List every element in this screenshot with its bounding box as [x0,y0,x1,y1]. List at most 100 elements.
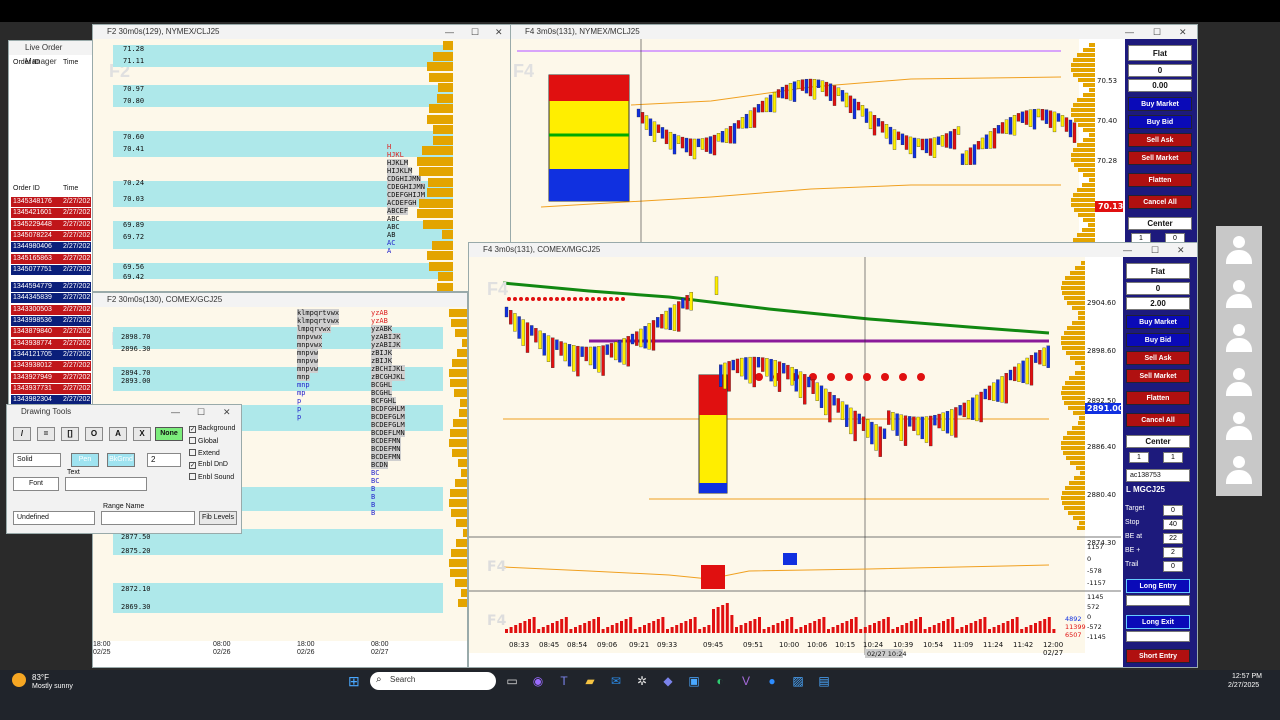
participant-avatar[interactable] [1226,236,1252,266]
long-entry-dropdown[interactable] [1126,595,1190,606]
order-row[interactable]: 1343300503 2/27/202 [11,304,91,315]
checkbox-option[interactable]: ✓ Enbl DnD [189,461,228,469]
checkbox-option[interactable]: ✓ Background [189,425,235,433]
zoom-icon[interactable]: ● [762,672,782,690]
participant-avatar[interactable] [1226,456,1252,486]
mgc-buy-market-button[interactable]: Buy Market [1126,315,1190,329]
order-row[interactable]: 1344980406 2/27/202 [11,242,91,253]
maximize-icon-3[interactable]: ☐ [1151,243,1159,257]
undefined-select[interactable]: Undefined [13,511,95,525]
param-input[interactable]: 0 [1163,561,1183,572]
order-row[interactable]: 1344594779 2/27/202 [11,282,91,293]
mcl-cancel-all-button[interactable]: Cancel All [1128,195,1192,209]
close-icon-2[interactable]: ✕ [1179,25,1187,39]
mcl-center-button[interactable]: Center [1128,217,1192,230]
mgc-cancel-all-button[interactable]: Cancel All [1126,413,1190,427]
participant-avatar[interactable] [1226,280,1252,310]
dt-maximize-icon[interactable]: ☐ [197,405,205,419]
order-row[interactable]: 1343937731 2/27/202 [11,383,91,394]
maximize-icon-2[interactable]: ☐ [1153,25,1161,39]
long-entry-button[interactable]: Long Entry [1126,579,1190,593]
fib-levels-button[interactable]: Fib Levels [199,511,237,525]
order-row[interactable]: 1343938774 2/27/202 [11,338,91,349]
order-row[interactable]: 1345077751 2/27/202 [11,264,91,275]
order-row[interactable]: 1345078224 2/27/202 [11,230,91,241]
long-exit-dropdown[interactable] [1126,631,1190,642]
order-row[interactable]: 1344345839 2/27/202 [11,293,91,304]
drawing-tool-button[interactable]: / [13,427,31,441]
start-icon[interactable]: ⊞ [348,674,362,688]
order-row[interactable]: 1343927949 2/27/202 [11,372,91,383]
param-input[interactable]: 40 [1163,519,1183,530]
col-time-2[interactable]: Time [63,185,78,192]
dt-close-icon[interactable]: ✕ [223,405,231,419]
order-row[interactable]: 1345348176 2/27/202 [11,197,91,207]
short-entry-button[interactable]: Short Entry [1126,649,1190,663]
col-time[interactable]: Time [63,59,78,66]
checkbox-box[interactable] [189,473,196,480]
col-order-id-2[interactable]: Order ID [13,185,40,192]
close-icon[interactable]: ✕ [495,25,503,39]
mail-icon[interactable]: ✉ [606,672,626,690]
none-button[interactable]: None [155,427,183,441]
order-row[interactable]: 1343998536 2/27/202 [11,316,91,326]
range-name-input[interactable] [101,511,195,525]
order-row[interactable]: 1345421601 2/27/202 [11,208,91,219]
maximize-icon[interactable]: ☐ [471,25,479,39]
width-stepper[interactable]: 2 [147,453,181,467]
weather-temp[interactable]: 83°F [32,673,49,682]
mgc-sell-ask-button[interactable]: Sell Ask [1126,351,1190,365]
app-icon[interactable]: ◆ [658,672,678,690]
chatgpt-icon[interactable]: ✲ [632,672,652,690]
minimize-icon-3[interactable]: — [1123,243,1132,257]
checkbox-box[interactable] [189,449,196,456]
app3-icon[interactable]: ▤ [814,672,834,690]
photos-icon[interactable]: ▣ [684,672,704,690]
param-input[interactable]: 0 [1163,505,1183,516]
mgc-center-button[interactable]: Center [1126,435,1190,448]
drawing-tool-button[interactable]: X [133,427,151,441]
edge-icon[interactable]: ◐ [710,672,730,690]
taskbar-search[interactable]: ⌕ Search [370,672,496,690]
mcl-buy-market-button[interactable]: Buy Market [1128,97,1192,111]
f4-mgc-title[interactable]: F4 3m0s(131), COMEX/MGCJ25 [469,243,1197,257]
col-order-id[interactable]: Order ID [13,59,40,66]
line-style-select[interactable]: Solid [13,453,61,467]
mcl-buy-bid-button[interactable]: Buy Bid [1128,115,1192,129]
file-explorer-icon[interactable]: ▰ [580,672,600,690]
mgc-qty2[interactable]: 1 [1163,452,1183,463]
task-view-icon[interactable]: ▭ [502,672,522,690]
copilot-icon[interactable]: ◉ [528,672,548,690]
drawing-tool-button[interactable]: O [85,427,103,441]
order-row[interactable]: 1343938012 2/27/202 [11,361,91,372]
order-row[interactable]: 1344121705 2/27/202 [11,349,91,360]
mgc-flatten-button[interactable]: Flatten [1126,391,1190,405]
participant-avatar[interactable] [1226,324,1252,354]
pen-button[interactable]: Pen [71,453,99,467]
minimize-icon[interactable]: — [445,25,454,39]
weather-icon[interactable] [12,673,26,687]
f2-gc-title[interactable]: F2 30m0s(130), COMEX/GCJ25 [93,293,467,307]
participant-avatar[interactable] [1226,412,1252,442]
checkbox-box[interactable] [189,437,196,444]
minimize-icon-2[interactable]: — [1125,25,1134,39]
checkbox-box[interactable]: ✓ [189,426,196,433]
drawing-tool-button[interactable]: [] [61,427,79,441]
order-row[interactable]: 1345165863 2/27/202 [11,253,91,264]
mgc-sell-market-button[interactable]: Sell Market [1126,369,1190,383]
mcl-flatten-button[interactable]: Flatten [1128,173,1192,187]
order-row[interactable]: 1343879840 2/27/202 [11,327,91,338]
clock-date[interactable]: 2/27/2025 [1228,682,1259,689]
visual-studio-icon[interactable]: V [736,672,756,690]
close-icon-3[interactable]: ✕ [1177,243,1185,257]
teams-icon[interactable]: T [554,672,574,690]
clock-time[interactable]: 12:57 PM [1232,673,1262,680]
checkbox-option[interactable]: Global [189,437,218,445]
drawing-tool-button[interactable]: A [109,427,127,441]
order-row[interactable]: 1345229448 2/27/202 [11,219,91,230]
weather-desc[interactable]: Mostly sunny [32,683,73,690]
app2-icon[interactable]: ▨ [788,672,808,690]
bkgrnd-button[interactable]: BkGrnd [107,453,135,467]
mgc-qty1[interactable]: 1 [1129,452,1149,463]
drawing-tools-title[interactable]: Drawing Tools [7,405,241,419]
